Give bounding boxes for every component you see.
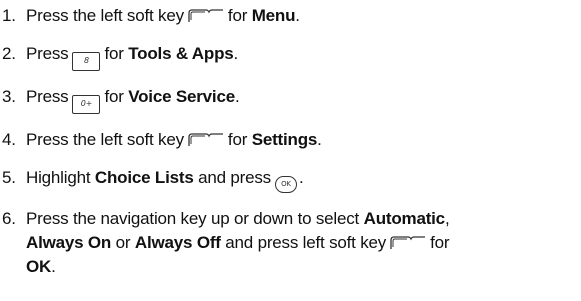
punctuation: . <box>233 44 239 63</box>
step-text: Press the left soft key <box>26 6 184 25</box>
punctuation: . <box>51 257 56 276</box>
settings-label: Settings <box>251 130 318 149</box>
instruction-list: 1. Press the left soft key for Menu. 2. P… <box>0 0 581 279</box>
ok-key-icon: OK <box>274 176 297 193</box>
step-number: 3. <box>2 87 16 106</box>
step-text: or <box>115 233 131 252</box>
always-on-label: Always On <box>26 233 112 252</box>
step-text: and press left soft key <box>225 233 387 252</box>
punctuation: . <box>317 130 322 149</box>
step-text: Press <box>26 44 69 63</box>
punctuation: . <box>298 168 304 187</box>
step-number: 5. <box>2 168 16 187</box>
punctuation: , <box>444 209 450 228</box>
step-3: 3. Press 0+ for Voice Service. <box>0 85 581 114</box>
step-text: for <box>227 130 248 149</box>
step-2: 2. Press 8 for Tools & Apps. <box>0 42 581 71</box>
step-number: 2. <box>2 44 16 63</box>
step-text: for <box>104 87 124 106</box>
menu-label: Menu <box>251 6 296 25</box>
step-text: for <box>227 6 248 25</box>
voice-service-label: Voice Service <box>128 87 235 106</box>
step-number: 1. <box>2 6 16 25</box>
step-text: for <box>430 233 450 252</box>
automatic-label: Automatic <box>363 209 446 228</box>
step-text: for <box>104 44 124 63</box>
number-key-icon: 0+ <box>72 95 101 114</box>
step-text: Highlight <box>26 168 91 187</box>
left-soft-key-icon <box>188 9 223 22</box>
step-text: Press the left soft key <box>26 130 184 149</box>
left-soft-key-icon <box>390 236 426 249</box>
step-4: 4. Press the left soft key for Settings. <box>0 128 581 152</box>
step-number: 6. <box>2 209 16 228</box>
step-1: 1. Press the left soft key for Menu. <box>0 4 581 28</box>
step-text: and press <box>198 168 271 187</box>
punctuation: . <box>234 87 240 106</box>
step-5: 5. Highlight Choice Lists and press OK. <box>0 166 581 193</box>
choice-lists-label: Choice Lists <box>94 168 194 187</box>
left-soft-key-icon <box>188 133 223 146</box>
step-number: 4. <box>2 130 16 149</box>
step-text: Press <box>26 87 69 106</box>
punctuation: . <box>295 6 300 25</box>
step-6: 6. Press the navigation key up or down t… <box>0 207 581 279</box>
number-key-icon: 8 <box>72 52 101 71</box>
ok-label: OK <box>26 257 52 276</box>
always-off-label: Always Off <box>134 233 221 252</box>
step-text: Press the navigation key up or down to s… <box>26 209 360 228</box>
tools-apps-label: Tools & Apps <box>128 44 234 63</box>
